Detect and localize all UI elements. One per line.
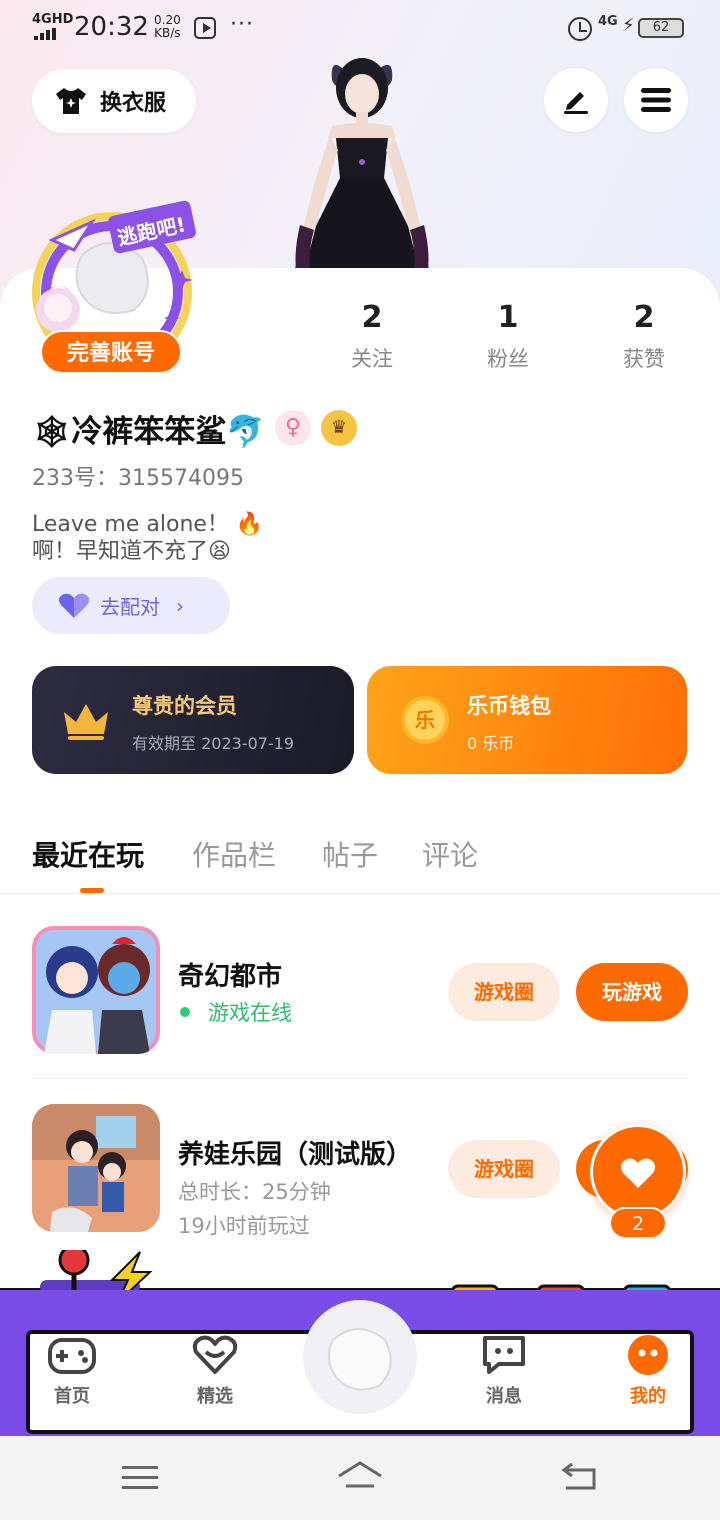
nav-label-messages: 消息 (486, 1386, 522, 1407)
nav-center-avatar[interactable] (303, 1300, 417, 1414)
game-circle-button[interactable]: 游戏圈 (448, 1140, 560, 1198)
following-label: 关注 (351, 347, 393, 371)
game-total-duration: 总时长：25分钟 (178, 1180, 331, 1204)
membership-card[interactable]: 尊贵的会员 有效期至 2023-07-19 (32, 666, 354, 774)
following-stat[interactable]: 2 关注 (317, 300, 427, 373)
nav-item-featured[interactable]: 精选 (170, 1334, 260, 1408)
game-icon-fantasy-city[interactable] (32, 926, 160, 1054)
battery-indicator: 62 (638, 18, 684, 38)
game-title: 养娃乐园（测试版） (178, 1140, 413, 1170)
edit-profile-button[interactable] (544, 68, 608, 132)
chat-icon (483, 1336, 525, 1374)
avatar-thumbnail (327, 1328, 392, 1391)
crown-gold-icon (64, 704, 108, 740)
avatar-character[interactable] (270, 50, 450, 280)
net-speed: 0.20 KB/s (154, 14, 181, 40)
wallet-balance: 0 乐币 (467, 734, 515, 753)
game-icon-baby-paradise[interactable] (32, 1104, 160, 1232)
membership-title: 尊贵的会员 (132, 694, 237, 718)
wallet-title: 乐币钱包 (467, 694, 551, 718)
nickname-row: 🕸冷裤笨笨鲨🐬 ♀ (32, 406, 357, 450)
active-tab-indicator (80, 888, 104, 893)
nav-item-messages[interactable]: 消息 (459, 1334, 549, 1408)
tab-recently-played[interactable]: 最近在玩 (32, 834, 144, 874)
likes-count: 2 (633, 300, 655, 335)
clock: 20:32 (74, 12, 149, 42)
back-icon[interactable] (560, 1462, 600, 1492)
female-icon: ♀ (274, 410, 311, 446)
floating-like-button[interactable] (590, 1124, 686, 1220)
chevron-right-icon: › (176, 593, 184, 618)
followers-stat[interactable]: 1 粉丝 (453, 300, 563, 373)
tab-works[interactable]: 作品栏 (192, 834, 276, 874)
pair-label: 去配对 (100, 595, 160, 619)
nav-item-home[interactable]: 首页 (27, 1334, 117, 1408)
profile-face-icon (628, 1335, 668, 1375)
heart-icon (58, 593, 90, 618)
gamepad-icon (48, 1338, 96, 1374)
coin-icon: 乐 (401, 696, 449, 744)
nav-label-me: 我的 (630, 1386, 666, 1407)
system-navigation-bar (0, 1436, 720, 1520)
game-title: 奇幻都市 (178, 962, 283, 992)
change-outfit-label: 换衣服 (100, 91, 167, 116)
like-count-badge: 2 (609, 1207, 667, 1239)
change-outfit-button[interactable]: 换衣服 (32, 69, 196, 133)
game-last-played: 19小时前玩过 (178, 1214, 310, 1238)
followers-label: 粉丝 (487, 347, 529, 371)
play-game-button[interactable]: 玩游戏 (576, 963, 688, 1021)
content-tabs: 最近在玩 作品栏 帖子 评论 (0, 826, 720, 894)
tab-posts[interactable]: 帖子 (322, 834, 378, 874)
membership-expiry: 有效期至 2023-07-19 (132, 734, 295, 753)
game-online-status: 游戏在线 (208, 1001, 292, 1025)
game-row[interactable]: 奇幻都市 游戏在线 游戏圈 玩游戏 (32, 926, 688, 1056)
recent-apps-icon[interactable] (122, 1464, 158, 1492)
bottom-nav: 首页 精选 消息 我的 (0, 1250, 720, 1436)
heart-white-icon (620, 1158, 656, 1188)
signal-icon (34, 28, 58, 40)
menu-icon (641, 88, 671, 112)
crown-icon[interactable] (320, 410, 357, 446)
online-status-icon (180, 1007, 190, 1017)
game-circle-button[interactable]: 游戏圈 (448, 963, 560, 1021)
home-icon[interactable] (336, 1460, 384, 1494)
network-right-label: 4G (598, 14, 618, 29)
nickname: 🕸冷裤笨笨鲨🐬 (32, 413, 265, 450)
charging-icon: ⚡ (622, 15, 635, 36)
bio-line-2: 啊！早知道不充了😫 (32, 539, 231, 564)
following-count: 2 (361, 300, 383, 335)
pair-button[interactable]: 去配对 › (32, 577, 230, 634)
menu-button[interactable] (624, 68, 688, 132)
heart-chat-icon (192, 1335, 238, 1374)
nav-label-home: 首页 (54, 1386, 90, 1407)
nav-item-me[interactable]: 我的 (603, 1334, 693, 1408)
more-notifications-icon: ··· (230, 12, 254, 37)
tab-comments[interactable]: 评论 (422, 834, 478, 874)
list-divider (32, 1078, 688, 1079)
net-speed-unit: KB/s (154, 26, 181, 40)
user-id: 233号：315574095 (32, 466, 244, 491)
likes-label: 获赞 (623, 347, 665, 371)
followers-count: 1 (497, 300, 519, 335)
wallet-card[interactable]: 乐 乐币钱包 0 乐币 (367, 666, 687, 774)
media-play-icon (194, 17, 216, 39)
alarm-icon (568, 17, 592, 41)
likes-stat[interactable]: 2 获赞 (589, 300, 699, 373)
nav-label-featured: 精选 (197, 1386, 233, 1407)
network-label: 4GHD (32, 12, 74, 27)
pencil-icon (564, 92, 588, 114)
complete-account-button[interactable]: 完善账号 (40, 330, 182, 374)
shirt-icon (56, 88, 86, 114)
